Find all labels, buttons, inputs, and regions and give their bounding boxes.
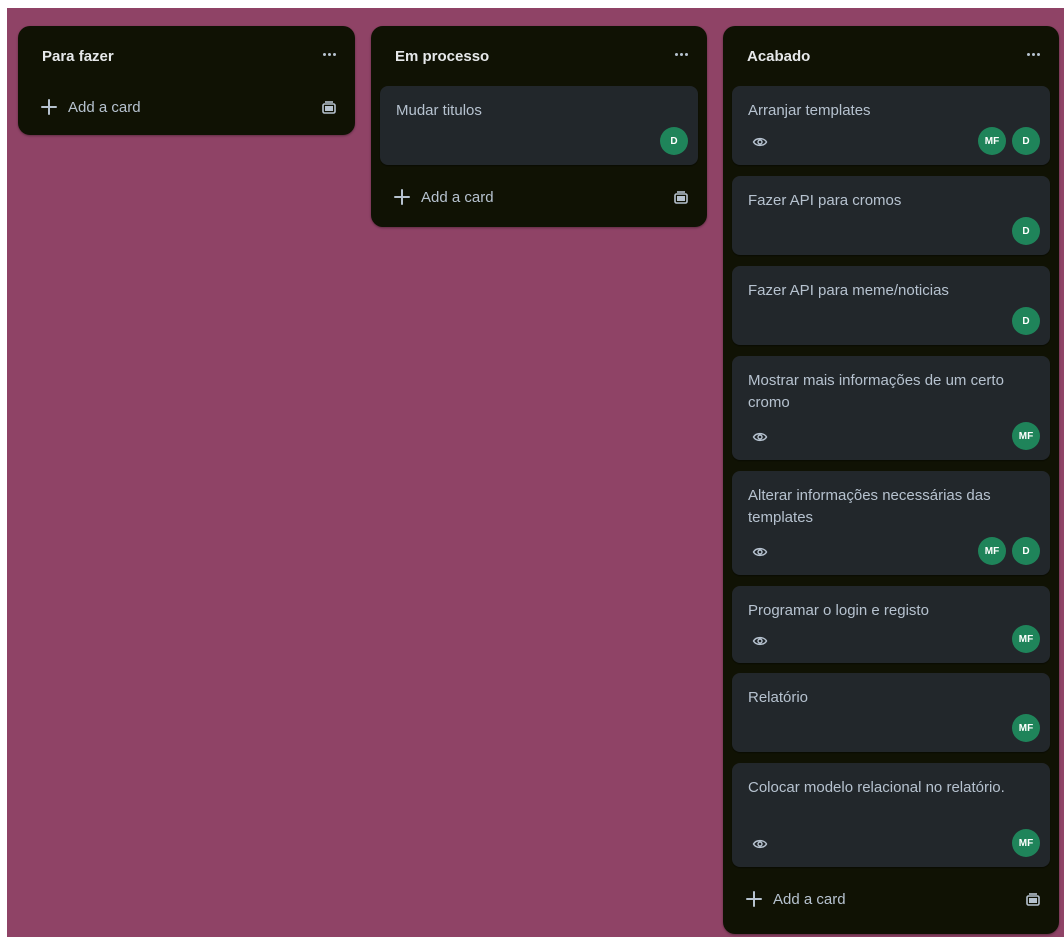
plus-icon [41,99,57,115]
add-card-button[interactable]: Add a card [27,93,346,125]
card[interactable]: Alterar informações necessárias das temp… [732,471,1050,575]
card-members: D [1012,217,1040,245]
eye-icon [752,839,768,849]
list-em-processo: Em processo Mudar titulos D Add a card [371,26,707,227]
avatar[interactable]: D [1012,537,1040,565]
card-members: MF [1012,422,1040,450]
list-header: Em processo [371,26,707,86]
card[interactable]: Mostrar mais informações de um certo cro… [732,356,1050,460]
ellipsis-icon [674,52,678,56]
eye-icon [752,137,768,147]
card-title: Alterar informações necessárias das temp… [748,487,991,526]
add-card-label: Add a card [68,99,141,116]
eye-icon [752,636,768,646]
add-card-button[interactable]: Add a card [380,183,698,215]
avatar[interactable]: MF [1012,625,1040,653]
card-title: Arranjar templates [748,102,871,119]
avatar[interactable]: MF [1012,829,1040,857]
card[interactable]: Relatório MF [732,673,1050,752]
card-members: MF [1012,829,1040,857]
template-icon[interactable] [318,97,340,119]
avatar[interactable]: MF [978,537,1006,565]
avatar[interactable]: D [1012,127,1040,155]
card-title: Mostrar mais informações de um certo cro… [748,372,1004,411]
ellipsis-icon [322,52,326,56]
avatar[interactable]: D [1012,307,1040,335]
avatar[interactable]: MF [1012,422,1040,450]
card-title: Fazer API para meme/noticias [748,282,949,299]
card[interactable]: Programar o login e registo MF [732,586,1050,663]
add-card-label: Add a card [421,189,494,206]
card-members: MF [1012,714,1040,742]
board-canvas: Para fazer Add a card Em processo Mudar … [7,8,1064,937]
add-card-label: Add a card [773,891,846,908]
plus-icon [394,189,410,205]
list-title[interactable]: Em processo [395,48,489,65]
card-members: D [1012,307,1040,335]
card-members: MF D [978,127,1040,155]
card-title: Mudar titulos [396,102,482,119]
list-header: Para fazer [18,26,355,86]
list-title[interactable]: Acabado [747,48,810,65]
add-card-button[interactable]: Add a card [732,885,1050,917]
card-title: Programar o login e registo [748,602,929,619]
list-menu-button[interactable] [667,40,695,68]
card-members: MF [1012,625,1040,653]
list-acabado: Acabado Arranjar templates MF D Fazer AP… [723,26,1059,934]
card-title: Colocar modelo relacional no relatório. [748,779,1005,796]
card-members: MF D [978,537,1040,565]
template-icon[interactable] [1022,889,1044,911]
card[interactable]: Colocar modelo relacional no relatório. … [732,763,1050,867]
list-menu-button[interactable] [1019,40,1047,68]
list-menu-button[interactable] [315,40,343,68]
eye-icon [752,432,768,442]
card[interactable]: Fazer API para meme/noticias D [732,266,1050,345]
card-members: D [660,127,688,155]
card[interactable]: Arranjar templates MF D [732,86,1050,165]
avatar[interactable]: MF [978,127,1006,155]
plus-icon [746,891,762,907]
list-para-fazer: Para fazer Add a card [18,26,355,135]
eye-icon [752,547,768,557]
ellipsis-icon [1026,52,1030,56]
avatar[interactable]: D [1012,217,1040,245]
card-title: Fazer API para cromos [748,192,902,209]
template-icon[interactable] [670,187,692,209]
avatar[interactable]: MF [1012,714,1040,742]
list-header: Acabado [723,26,1059,86]
avatar[interactable]: D [660,127,688,155]
card-title: Relatório [748,689,809,706]
card[interactable]: Mudar titulos D [380,86,698,165]
list-title[interactable]: Para fazer [42,48,114,65]
card[interactable]: Fazer API para cromos D [732,176,1050,255]
